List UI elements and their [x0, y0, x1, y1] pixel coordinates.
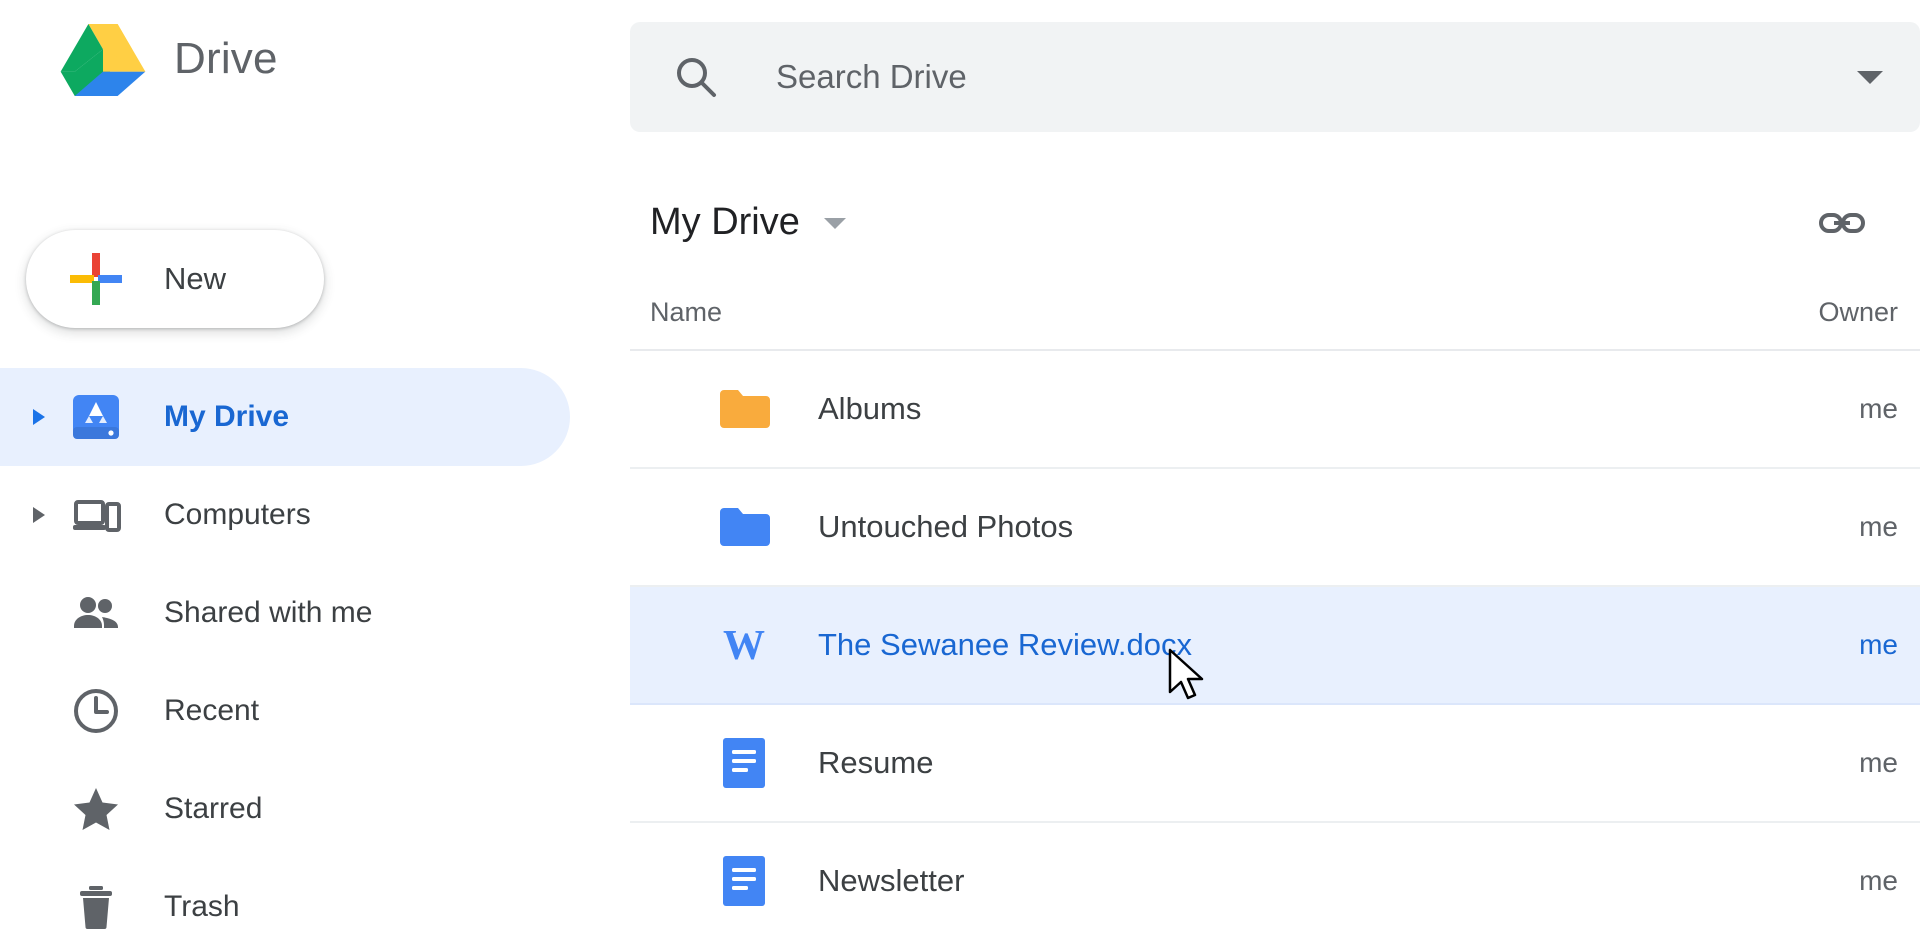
search-bar[interactable]: Search Drive: [630, 22, 1920, 132]
file-name-cell: Resume: [650, 735, 1698, 791]
computers-icon: [68, 487, 124, 543]
google-drive-logo-icon: [60, 22, 146, 96]
link-icon[interactable]: [1814, 195, 1870, 251]
sidebar-item-label: Trash: [164, 890, 240, 924]
column-header-owner[interactable]: Owner: [1698, 297, 1898, 328]
google-docs-icon: [716, 853, 772, 909]
file-owner: me: [1698, 511, 1898, 543]
folder-blue-icon: [716, 499, 772, 555]
people-icon: [68, 585, 124, 641]
sidebar-item-recent[interactable]: Recent: [0, 662, 630, 760]
google-docs-icon: [716, 735, 772, 791]
main-content: Search Drive My Drive N: [630, 0, 1920, 937]
sidebar-item-label: Recent: [164, 694, 259, 728]
sidebar-item-label: Computers: [164, 498, 311, 532]
file-name: Newsletter: [818, 863, 964, 899]
file-owner: me: [1698, 393, 1898, 425]
search-icon: [673, 54, 719, 100]
sidebar-item-label: My Drive: [164, 400, 289, 434]
search-input[interactable]: Search Drive: [776, 58, 967, 96]
file-name-cell: W The Sewanee Review.docx: [650, 617, 1698, 673]
file-name: The Sewanee Review.docx: [818, 627, 1192, 663]
file-name: Albums: [818, 391, 921, 427]
file-name: Untouched Photos: [818, 509, 1073, 545]
table-row[interactable]: Newsletter me: [630, 823, 1920, 937]
clock-icon: [68, 683, 124, 739]
table-row[interactable]: Albums me: [630, 351, 1920, 469]
sidebar-item-shared-with-me[interactable]: Shared with me: [0, 564, 630, 662]
sidebar: Drive New: [0, 0, 630, 937]
search-options-chevron-down-icon[interactable]: [1848, 55, 1892, 99]
word-doc-icon: W: [716, 617, 772, 673]
svg-text:W: W: [723, 623, 765, 669]
breadcrumb-bar: My Drive: [630, 170, 1920, 275]
trash-icon: [68, 879, 124, 935]
chevron-down-icon[interactable]: [822, 215, 848, 231]
brand-header[interactable]: Drive: [60, 22, 278, 96]
breadcrumb-current-folder: My Drive: [650, 201, 800, 244]
sidebar-item-trash[interactable]: Trash: [0, 858, 630, 937]
expand-caret-icon[interactable]: [22, 407, 56, 427]
breadcrumb[interactable]: My Drive: [650, 201, 848, 244]
expand-caret-icon[interactable]: [22, 505, 56, 525]
file-owner: me: [1698, 747, 1898, 779]
google-drive-app: Drive New: [0, 0, 1920, 937]
sidebar-item-my-drive[interactable]: My Drive: [0, 368, 570, 466]
file-name-cell: Untouched Photos: [650, 499, 1698, 555]
file-name-cell: Newsletter: [650, 853, 1698, 909]
sidebar-nav: My Drive Computers: [0, 368, 630, 937]
drive-hard-disk-icon: [68, 389, 124, 445]
star-icon: [68, 781, 124, 837]
new-button-label: New: [164, 261, 226, 297]
folder-orange-icon: [716, 381, 772, 437]
file-owner: me: [1698, 865, 1898, 897]
file-list-header: Name Owner: [630, 275, 1920, 351]
sidebar-item-label: Shared with me: [164, 596, 372, 630]
plus-icon: [68, 251, 124, 307]
file-list: Name Owner Albums me: [630, 275, 1920, 937]
new-button[interactable]: New: [26, 230, 324, 328]
sidebar-item-label: Starred: [164, 792, 262, 826]
column-header-name[interactable]: Name: [650, 297, 1698, 328]
app-title: Drive: [174, 37, 278, 81]
table-row[interactable]: Untouched Photos me: [630, 469, 1920, 587]
sidebar-item-starred[interactable]: Starred: [0, 760, 630, 858]
file-owner: me: [1698, 629, 1898, 661]
sidebar-item-computers[interactable]: Computers: [0, 466, 630, 564]
file-name-cell: Albums: [650, 381, 1698, 437]
file-name: Resume: [818, 745, 933, 781]
table-row[interactable]: W The Sewanee Review.docx me: [630, 587, 1920, 705]
table-row[interactable]: Resume me: [630, 705, 1920, 823]
